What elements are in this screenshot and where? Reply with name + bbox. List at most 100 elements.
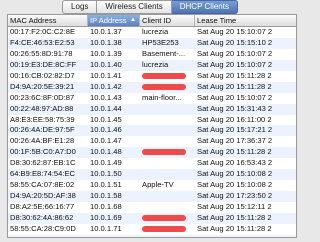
client-id-cell: Apple-TV bbox=[142, 180, 174, 190]
mac-address-cell: 00:23:6C:8F:0D:87 bbox=[10, 92, 75, 102]
mac-address-cell: 00:26:4A:BF:E1:28 bbox=[10, 136, 75, 146]
table-row[interactable]: 58:55:CA:28:C9:0D 10.0.1.71 Sat Aug 20 15:… bbox=[8, 224, 296, 235]
column-header-client-id[interactable]: Client ID bbox=[140, 15, 195, 26]
ip-address-cell: 10.0.1.50 bbox=[90, 169, 122, 179]
client-id-cell bbox=[140, 158, 195, 169]
lease-time-cell: Sat Aug 20 15:10:08 2 bbox=[197, 180, 273, 190]
mac-address-cell: 00:16:CB:02:82:D7 bbox=[10, 70, 75, 80]
client-id-cell bbox=[140, 147, 195, 158]
table-row[interactable]: 58:55:CA:07:8E:02 10.0.1.51 Apple-TV Sat Au… bbox=[8, 180, 296, 191]
table-row[interactable]: D8:30:62:4A:8C:F010.0.1.72Dan...Sat Aug … bbox=[8, 234, 296, 237]
mac-address-cell: 00:17:F2:0C:C2:8E bbox=[10, 27, 76, 36]
ip-address-cell: 10.0.1.43 bbox=[90, 92, 122, 102]
tab-wireless-clients[interactable]: Wireless Clients bbox=[97, 0, 172, 14]
table-row[interactable]: D4:9A:20:5D:AF:38 10.0.1.58 Sat Aug 20 17:… bbox=[8, 191, 296, 202]
ip-address-cell: 10.0.1.45 bbox=[90, 114, 122, 124]
client-id-cell: HP53E253 bbox=[142, 37, 179, 47]
client-id-cell: lucrezia bbox=[142, 27, 169, 36]
mac-address-cell: D4:9A:20:5E:39:21 bbox=[10, 81, 75, 91]
ip-address-cell: 10.0.1.38 bbox=[90, 37, 122, 47]
client-id-cell bbox=[140, 82, 195, 93]
column-header-lease-time[interactable]: Lease Time bbox=[195, 15, 296, 26]
table-row[interactable]: D4:9A:20:5E:39:21 10.0.1.42 Sat Aug 20 15:… bbox=[8, 81, 296, 93]
mac-address-cell: D8:30:62:4A:8C:F0 bbox=[8, 235, 88, 237]
ip-address-cell: 10.0.1.49 bbox=[90, 158, 122, 168]
ip-address-cell: 10.0.1.51 bbox=[90, 180, 122, 190]
lease-time-cell: Sat Aug 20 15:10:07 2 bbox=[197, 59, 273, 69]
table-body: 00:17:F2:0C:C2:8E 10.0.1.37 lucrezia Sat Au… bbox=[8, 27, 296, 237]
column-header-ip-address-label: IP Address bbox=[90, 16, 127, 25]
tab-bar: Logs Wireless Clients DHCP Clients bbox=[0, 0, 300, 14]
mac-address-cell: 00:1F:5B:C0:A7:D0 bbox=[10, 147, 76, 157]
lease-time-cell: Sat Aug 20 15:11:28 2 bbox=[197, 70, 272, 80]
client-id-cell: main-floor... bbox=[142, 92, 182, 102]
mac-address-cell: F4:CE:46:53:E2:53 bbox=[10, 37, 75, 47]
mac-address-cell: D8:30:62:87:EB:1C bbox=[10, 158, 76, 168]
table-row[interactable]: 00:26:4A:BF:E1:28 10.0.1.47 Sat Aug 20 17:… bbox=[8, 136, 296, 147]
sort-ascending-icon: ▲ bbox=[130, 17, 136, 23]
mac-address-cell: 58:55:CA:28:C9:0D bbox=[10, 223, 76, 233]
client-id-cell bbox=[140, 115, 195, 126]
table-row[interactable]: 00:23:6C:8F:0D:87 10.0.1.43 main-floor... S… bbox=[8, 93, 296, 104]
ip-address-cell: 10.0.1.40 bbox=[90, 59, 122, 69]
lease-time-cell: Sat Aug 20 15:11:28 2 bbox=[197, 147, 272, 157]
ip-address-cell: 10.0.1.47 bbox=[90, 136, 122, 146]
client-id-cell bbox=[140, 104, 195, 115]
ip-address-cell: 10.0.1.48 bbox=[90, 147, 122, 157]
ip-address-cell: 10.0.1.41 bbox=[90, 70, 122, 80]
table-row[interactable]: 00:1F:5B:C0:A7:D0 10.0.1.48 Sat Aug 20 15:… bbox=[8, 147, 296, 159]
mac-address-cell: 00:19:E3:DE:8C:FF bbox=[10, 59, 77, 69]
redaction-mark bbox=[142, 83, 186, 90]
lease-time-cell: Sat Aug 20 16:11:00 2 bbox=[197, 114, 272, 124]
ip-address-cell: 10.0.1.44 bbox=[90, 103, 122, 113]
lease-time-cell: Sat Aug 20 15:11:28 2 bbox=[197, 212, 272, 222]
table-row[interactable]: D8:A2:5E:66:16:77 10.0.1.68 Sat Aug 20 15:… bbox=[8, 202, 296, 213]
mac-address-cell: 58:55:CA:07:8E:02 bbox=[10, 180, 75, 190]
table-row[interactable]: 64:B9:E8:74:54:EC 10.0.1.50 Sat Aug 20 15:… bbox=[8, 169, 296, 181]
dhcp-clients-table: MAC Address IP Address ▲ Client ID Lease… bbox=[7, 14, 297, 238]
ip-address-cell: 10.0.1.72 bbox=[88, 235, 140, 237]
mac-address-cell: D8:A2:5E:66:16:77 bbox=[10, 202, 75, 211]
table-row[interactable]: D8:30:62:87:EB:1C 10.0.1.49 Sat Aug 20 16:… bbox=[8, 158, 296, 169]
table-row[interactable]: 00:26:55:8D:91:78 10.0.1.39 Basement-... Sa… bbox=[8, 49, 296, 60]
table-row[interactable]: A8:E3:EE:58:75:39 10.0.1.45 Sat Aug 20 16:… bbox=[8, 115, 296, 126]
lease-time-cell: Sat Aug 20 15:10:07 2 bbox=[197, 27, 273, 36]
lease-time-cell: Sat Aug 20 15:12:11 2 bbox=[197, 202, 272, 211]
table-row[interactable]: 00:22:48:97:AD:88 10.0.1.44 Sat Aug 20 15:… bbox=[8, 103, 296, 115]
mac-address-cell: D4:9A:20:5D:AF:38 bbox=[10, 191, 76, 201]
client-id-cell: lucrezia bbox=[142, 59, 169, 69]
ip-address-cell: 10.0.1.68 bbox=[90, 202, 122, 211]
table-row[interactable]: D8:30:62:4A:86:62 10.0.1.69 Sat Aug 20 15:… bbox=[8, 212, 296, 224]
client-id-cell bbox=[140, 125, 195, 136]
lease-time-cell: Sat Aug 20 15:11:28 2 bbox=[197, 81, 272, 91]
client-id-cell bbox=[140, 71, 195, 82]
table-row[interactable]: 00:17:F2:0C:C2:8E 10.0.1.37 lucrezia Sat Au… bbox=[8, 27, 296, 38]
lease-time-cell: Sat Aug 20 15:31:43 2 bbox=[197, 103, 273, 113]
ip-address-cell: 10.0.1.69 bbox=[90, 212, 122, 222]
column-header-ip-address[interactable]: IP Address ▲ bbox=[88, 15, 140, 26]
column-header-mac-address[interactable]: MAC Address bbox=[8, 15, 88, 26]
table-row[interactable]: 00:26:4A:DE:97:5F 10.0.1.46 Sat Aug 20 15:… bbox=[8, 125, 296, 137]
client-id-cell bbox=[140, 191, 195, 202]
client-id-cell bbox=[140, 136, 195, 147]
client-id-cell bbox=[140, 202, 195, 213]
ip-address-cell: 10.0.1.39 bbox=[90, 48, 122, 58]
redaction-mark bbox=[142, 149, 186, 156]
mac-address-cell: 00:26:55:8D:91:78 bbox=[10, 48, 73, 58]
lease-time-cell: Sat Aug 20 15:10:07 2 bbox=[197, 92, 273, 102]
ip-address-cell: 10.0.1.42 bbox=[90, 81, 122, 91]
tab-dhcp-clients[interactable]: DHCP Clients bbox=[171, 0, 238, 14]
mac-address-cell: A8:E3:EE:58:75:39 bbox=[10, 114, 75, 124]
table-row[interactable]: 00:19:E3:DE:8C:FF 10.0.1.40 lucrezia Sat Au… bbox=[8, 59, 296, 71]
ip-address-cell: 10.0.1.37 bbox=[90, 27, 122, 36]
table-row[interactable]: F4:CE:46:53:E2:53 10.0.1.38 HP53E253 Sat Au… bbox=[8, 37, 296, 49]
table-row[interactable]: 00:16:CB:02:82:D7 10.0.1.41 Sat Aug 20 15:… bbox=[8, 71, 296, 82]
lease-time-cell: Sat Aug 20 15:10:07 2 bbox=[197, 48, 273, 58]
redaction-mark bbox=[142, 214, 186, 221]
lease-time-cell: Sat Aug 20 15:17:21 2 bbox=[197, 125, 273, 135]
mac-address-cell: 64:B9:E8:74:54:EC bbox=[10, 169, 76, 179]
lease-time-cell: Sat Aug 20 15:10:08 2 bbox=[197, 169, 273, 179]
client-id-cell bbox=[140, 169, 195, 180]
ip-address-cell: 10.0.1.46 bbox=[90, 125, 122, 135]
tab-logs[interactable]: Logs bbox=[62, 0, 98, 14]
